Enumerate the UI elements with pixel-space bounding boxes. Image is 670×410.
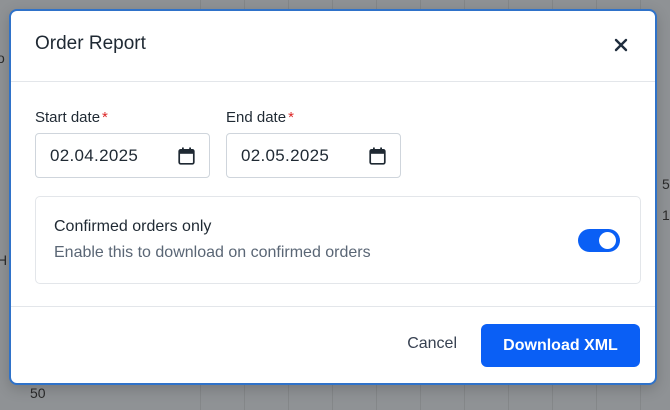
order-report-dialog: Order Report Start date * End date * 02.04… — [9, 9, 657, 385]
background-text: o — [0, 50, 5, 66]
start-date-label-text: Start date — [35, 109, 101, 126]
confirmed-orders-toggle[interactable] — [578, 229, 620, 252]
confirmed-orders-card: Confirmed orders only Enable this to dow… — [35, 196, 641, 284]
end-date-label: End date * — [226, 109, 294, 126]
close-button[interactable] — [611, 35, 631, 55]
required-mark: * — [102, 109, 108, 126]
dialog-title: Order Report — [35, 33, 146, 54]
confirmed-orders-description: Enable this to download on confirmed ord… — [54, 244, 371, 261]
calendar-icon[interactable] — [369, 147, 386, 165]
download-xml-button[interactable]: Download XML — [481, 324, 640, 367]
background-text: H — [0, 252, 8, 268]
confirmed-orders-title: Confirmed orders only — [54, 218, 212, 235]
toggle-knob — [599, 232, 616, 249]
calendar-icon[interactable] — [178, 147, 195, 165]
required-mark: * — [288, 109, 294, 126]
cancel-button[interactable]: Cancel — [407, 335, 457, 353]
start-date-value: 02.04.2025 — [50, 146, 139, 165]
end-date-value: 02.05.2025 — [241, 146, 330, 165]
start-date-label: Start date * — [35, 109, 108, 126]
start-date-input[interactable]: 02.04.2025 — [35, 133, 210, 178]
background-text: 5 — [662, 176, 670, 192]
dialog-header: Order Report — [11, 11, 655, 82]
end-date-label-text: End date — [226, 109, 287, 126]
end-date-input[interactable]: 02.05.2025 — [226, 133, 401, 178]
background-text: 1 — [662, 207, 670, 223]
dialog-footer: Cancel Download XML — [11, 306, 655, 383]
close-icon — [614, 38, 628, 52]
background-text: 50 — [30, 385, 46, 401]
